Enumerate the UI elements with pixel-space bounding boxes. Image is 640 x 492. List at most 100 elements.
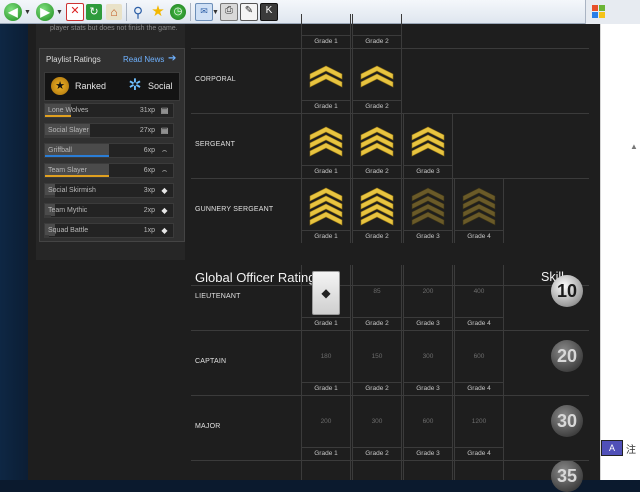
playlist-row[interactable]: Team Slayer 6xp ⌢ [44,163,174,178]
grade-divider [353,317,401,318]
grade-divider [353,447,401,448]
grade-divider [455,317,503,318]
grade-divider [455,447,503,448]
grade-image [302,117,350,164]
tab-social[interactable]: Social [148,81,173,91]
grade-cell: 150 Grade 2 [352,330,402,395]
cap-icon: ⌢ [161,146,168,155]
grade-divider [404,317,452,318]
rank-chevron-icon [309,65,343,87]
diamond-icon: ◆ [161,226,168,235]
diamond-icon: ◆ [161,186,168,195]
history-button[interactable]: ◷ [170,3,186,21]
grade-divider [302,35,350,36]
grade-requirement: 200 [422,287,434,295]
grade-image [353,52,401,99]
mail-dropdown-icon[interactable]: ▼ [212,3,219,21]
rank-name: MAJOR [195,423,221,430]
skill-badge: 20 [551,340,583,372]
scroll-up-icon[interactable]: ▲ [629,142,639,152]
grade-divider [404,382,452,383]
refresh-button[interactable]: ↻ [86,3,102,21]
skill-badge: 10 [551,275,583,307]
forward-button[interactable]: ▶ [36,3,54,21]
grade-label: Grade 3 [416,320,440,327]
tab-ranked[interactable]: Ranked [75,81,106,91]
playlist-row[interactable]: Social Slayer 27xp ▤ [44,123,174,138]
grade-cell: Grade 1 [301,113,351,178]
grade-requirement: 180 [320,352,332,360]
grade-cell: 200 Grade 1 [301,395,351,460]
stop-button[interactable]: ✕ [66,3,84,21]
grade-image [302,182,350,229]
search-button[interactable]: ⚲ [130,3,146,21]
grade-label: Grade 2 [365,385,389,392]
grade-label: Grade 1 [314,385,338,392]
grade-cell: Grade 3 [403,178,453,243]
grade-divider [353,100,401,101]
sidebar-top-text: player stats but does not finish the gam… [50,25,178,32]
grade-divider [302,165,350,166]
favorites-button[interactable]: ★ [150,3,166,21]
grade-label: Grade 3 [416,168,440,175]
grade-cell: 1200 Grade 4 [454,395,504,460]
grade-requirement: 85 [373,287,381,295]
rank-chevron-icon [411,126,445,156]
grade-label: Grade 1 [314,38,338,45]
rank-name: SERGEANT [195,141,236,148]
grade-cell: 300 Grade 3 [403,330,453,395]
back-button[interactable]: ◀ [4,3,22,21]
read-news-link[interactable]: Read News [123,55,164,64]
diamond-icon: ◆ [161,206,168,215]
playlist-xp: 31xp [139,107,155,114]
print-button[interactable]: ⎙ [220,3,238,21]
document-icon: ▤ [160,106,169,115]
arrow-right-icon[interactable]: ➔ [168,53,176,64]
rank-row [191,460,589,481]
windows-logo-icon [590,3,608,21]
grade-image [353,117,401,164]
grade-divider [455,230,503,231]
page-scrollbar[interactable]: ▲ [600,24,640,480]
grade-cell: ◆ Grade 1 [301,265,351,330]
playlist-name: Griffball [48,147,72,154]
grade-cell: Grade 3 [403,113,453,178]
rank-name: CAPTAIN [195,358,227,365]
playlist-xp: 6xp [143,167,155,174]
scrollbar-track[interactable] [600,24,640,480]
search-icon: ⚲ [132,4,144,20]
grade-requirement: 300 [422,352,434,360]
grade-divider [353,230,401,231]
favorites-icon: ★ [151,3,165,20]
rank-chevron-icon [462,187,496,225]
messenger-button[interactable]: K [260,3,278,21]
grade-label: Grade 3 [416,450,440,457]
playlist-row[interactable]: Social Skirmish 3xp ◆ [44,183,174,198]
star-icon[interactable]: ★ [51,77,69,95]
grade-label: Grade 4 [467,320,491,327]
edit-button[interactable]: ✎ [240,3,258,21]
grade-divider [404,447,452,448]
grade-divider [302,100,350,101]
grade-label: Grade 4 [467,233,491,240]
playlist-ratings-title: Playlist Ratings [46,55,101,64]
toolbar-separator [126,3,127,21]
grade-image [455,182,503,229]
social-icon[interactable]: ✲ [125,76,145,96]
home-button[interactable]: ⌂ [106,3,122,21]
ime-icon[interactable]: A [601,440,623,456]
grade-label: Grade 1 [314,168,338,175]
playlist-row[interactable]: Team Mythic 2xp ◆ [44,203,174,218]
grade-label: Grade 4 [467,450,491,457]
mail-button[interactable]: ✉ [195,3,213,21]
playlist-row[interactable]: Lone Wolves 31xp ▤ [44,103,174,118]
playlist-name: Team Slayer [48,167,87,174]
back-dropdown-icon[interactable]: ▼ [24,3,31,21]
playlist-row[interactable]: Griffball 6xp ⌢ [44,143,174,158]
grade-image [302,52,350,99]
grade-cell: 200 Grade 3 [403,265,453,330]
forward-dropdown-icon[interactable]: ▼ [56,3,63,21]
playlist-row[interactable]: Squad Battle 1xp ◆ [44,223,174,238]
grade-cell: 400 Grade 4 [454,265,504,330]
grade-label: Grade 3 [416,385,440,392]
